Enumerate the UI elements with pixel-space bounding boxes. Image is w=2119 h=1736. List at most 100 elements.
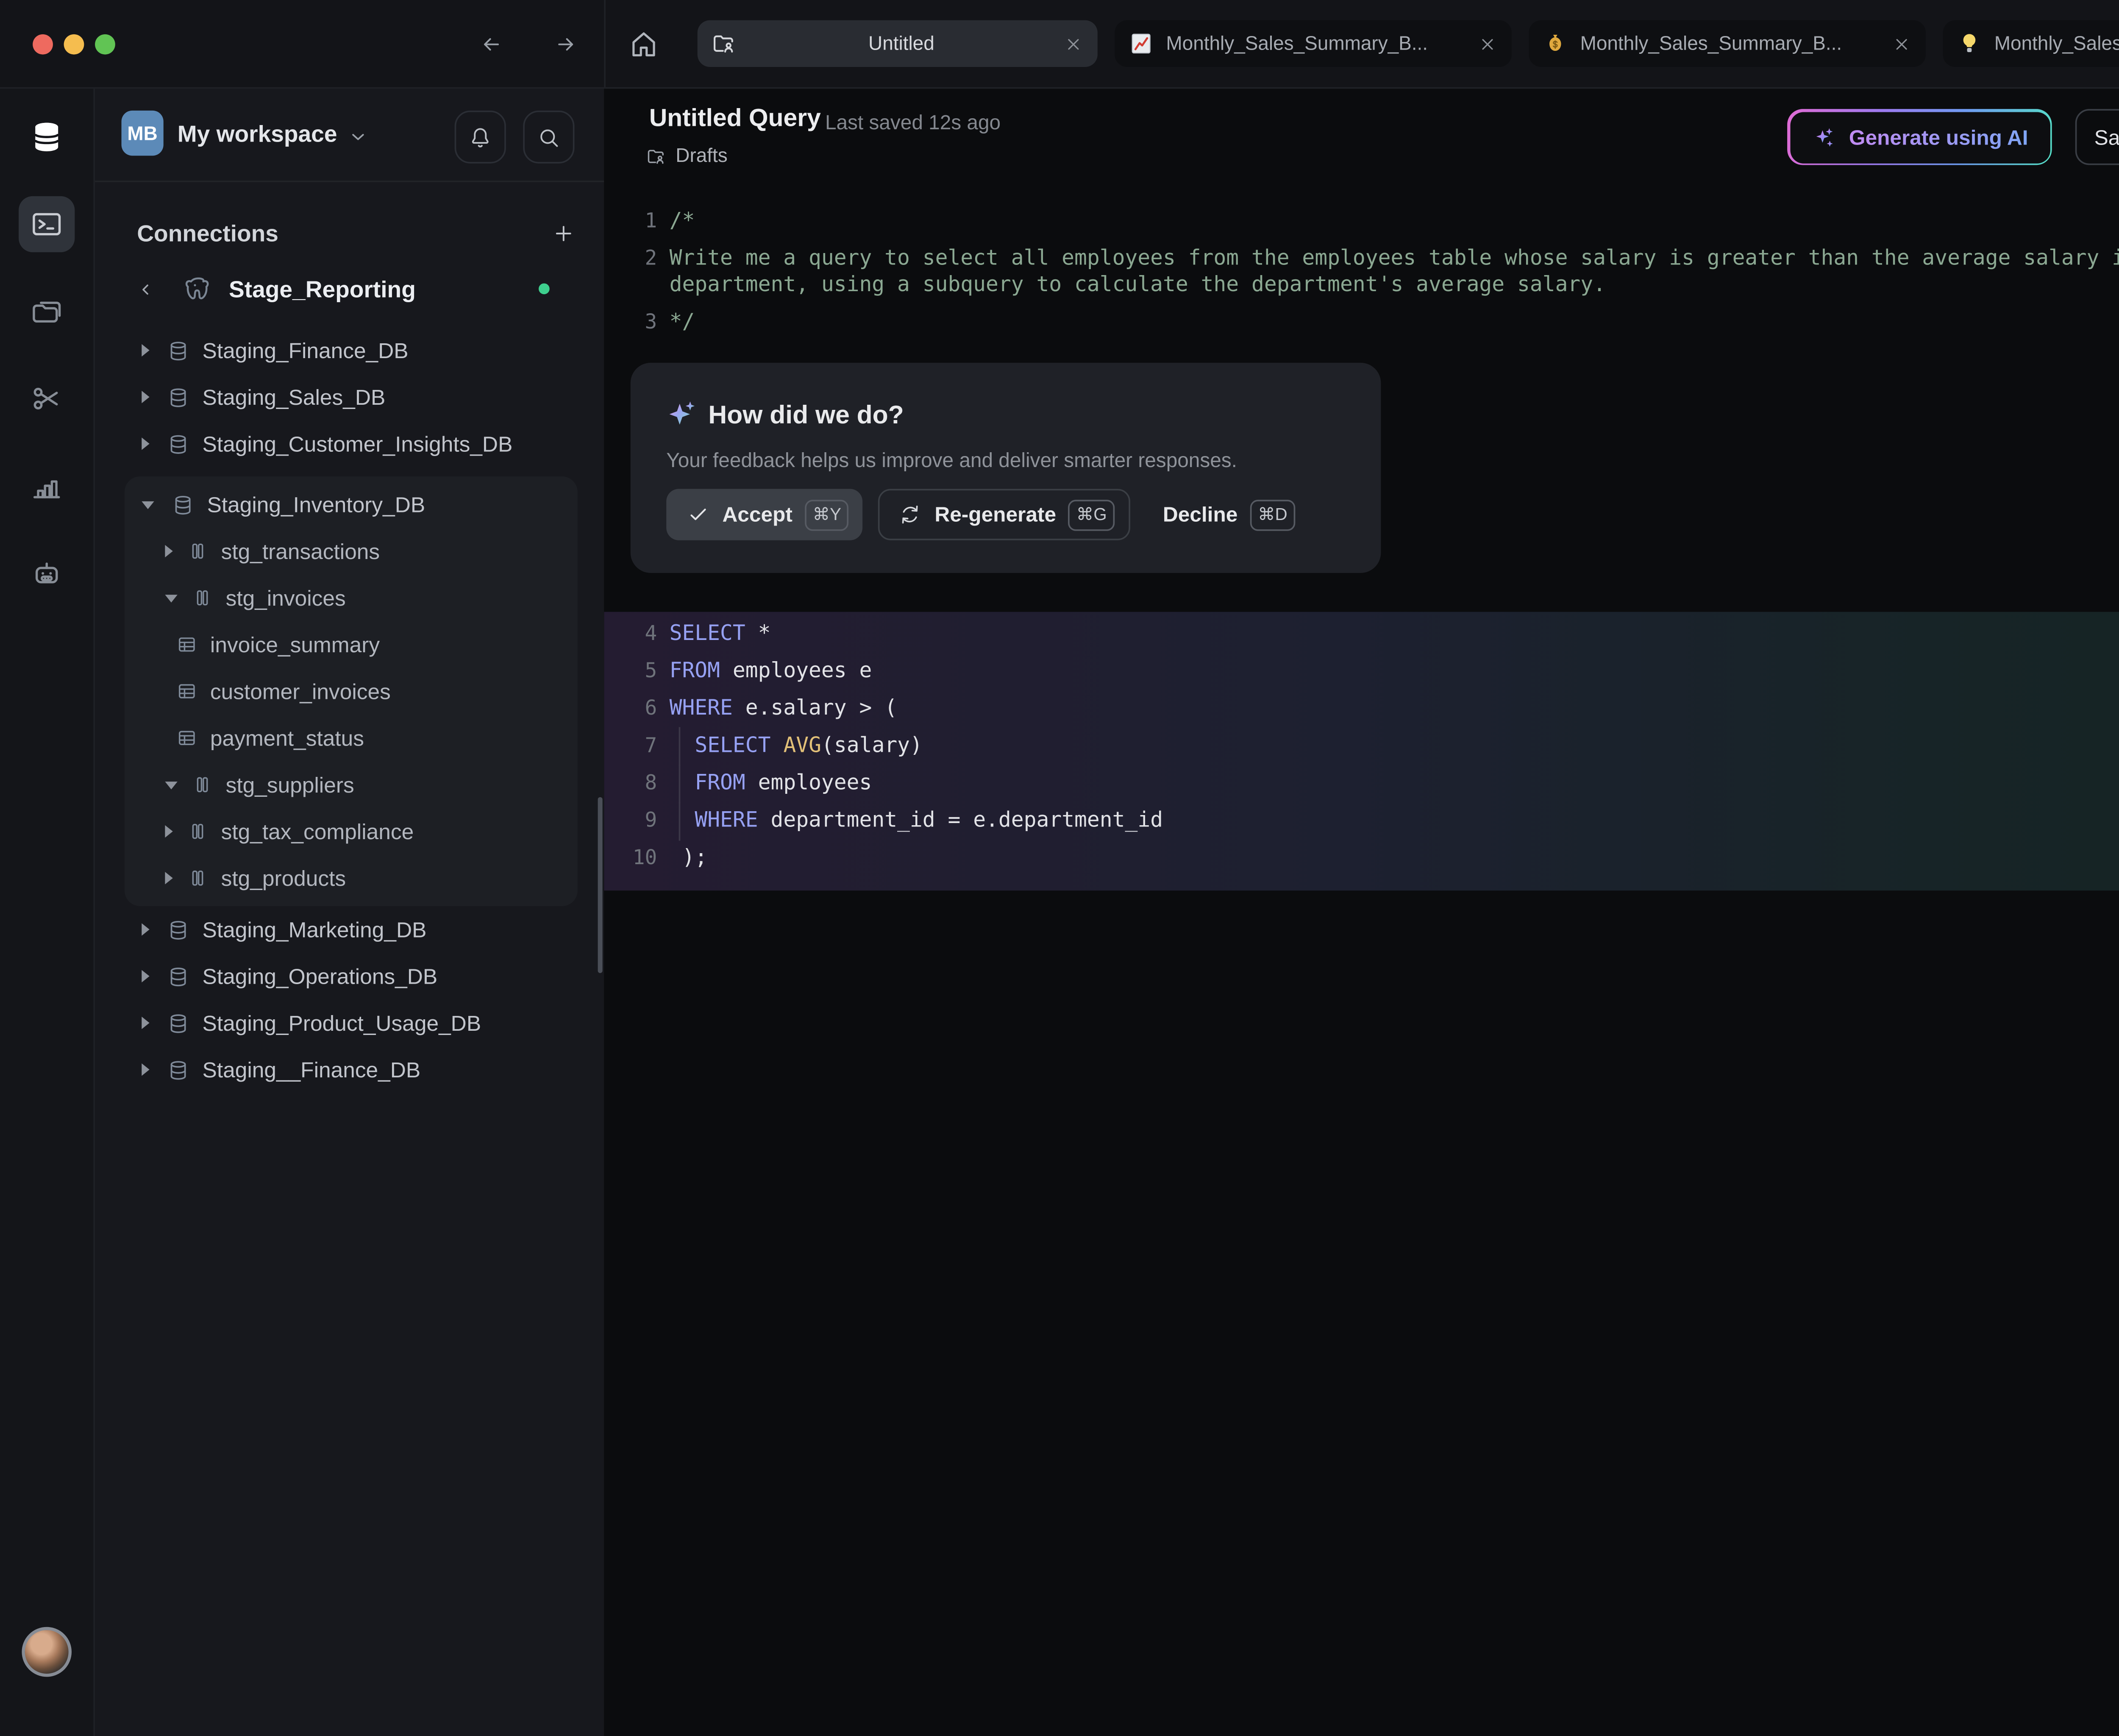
tree-item-stg_products[interactable]: stg_products	[125, 855, 578, 901]
forward-arrow-icon[interactable]	[554, 33, 578, 56]
decline-label: Decline	[1163, 503, 1237, 526]
tree-item-stg_tax_compliance[interactable]: stg_tax_compliance	[125, 808, 578, 855]
tree-item-Staging_Sales_DB[interactable]: Staging_Sales_DB	[95, 374, 604, 420]
user-avatar[interactable]	[22, 1627, 72, 1677]
regenerate-label: Re-generate	[934, 503, 1056, 526]
tree-item-label: Staging_Sales_DB	[203, 384, 386, 409]
database-logo-icon	[30, 120, 64, 154]
tree-item-Staging_Finance_DB[interactable]: Staging_Finance_DB	[95, 327, 604, 373]
workspace-name[interactable]: My workspace	[178, 122, 337, 148]
connection-stage-reporting[interactable]: Stage_Reporting	[95, 266, 604, 313]
query-title[interactable]: Untitled Query	[649, 106, 821, 134]
tree-item-Staging_Customer_Insights_DB[interactable]: Staging_Customer_Insights_DB	[95, 420, 604, 467]
connections-label: Connections	[137, 220, 278, 247]
minimize-window-button[interactable]	[64, 34, 84, 55]
rail-item-query-console[interactable]	[19, 196, 75, 252]
line-number: 6	[604, 696, 657, 722]
caret-right-icon[interactable]	[142, 1063, 149, 1076]
tree-item-stg_suppliers[interactable]: stg_suppliers	[125, 761, 578, 808]
drafts-folder-icon	[646, 145, 666, 166]
tree-item-label: stg_suppliers	[226, 772, 354, 797]
tree-item-Staging__Finance_DB[interactable]: Staging__Finance_DB	[95, 1046, 604, 1093]
caret-right-icon[interactable]	[142, 391, 149, 403]
tab[interactable]: Untitled	[698, 20, 1098, 67]
folders-icon	[30, 294, 64, 328]
tab[interactable]: Monthly_Sales_Summary_B...	[1529, 20, 1926, 67]
refresh-icon	[899, 503, 922, 526]
comment-block: 1/*2Write me a query to select all emplo…	[604, 209, 2119, 336]
tree-item-stg_transactions[interactable]: stg_transactions	[125, 528, 578, 574]
chevron-left-icon[interactable]	[137, 280, 156, 299]
tab-label: Untitled	[749, 33, 1054, 54]
close-icon[interactable]	[1477, 33, 1498, 54]
decline-button[interactable]: Decline ⌘D	[1163, 499, 1295, 530]
tab-label: Monthly_Sales_Summary_B...	[1166, 33, 1468, 54]
save-button[interactable]: Save	[2077, 111, 2119, 164]
generate-ai-label: Generate using AI	[1849, 125, 2028, 149]
caret-right-icon[interactable]	[142, 923, 149, 935]
database-icon	[167, 1058, 190, 1081]
caret-right-icon[interactable]	[165, 825, 172, 837]
add-connection-button[interactable]	[551, 221, 576, 246]
tree-item-label: payment_status	[210, 726, 364, 751]
regenerate-button[interactable]: Re-generate ⌘G	[879, 489, 1130, 540]
tree-item-invoice_summary[interactable]: invoice_summary	[125, 621, 578, 668]
chevron-down-icon[interactable]	[347, 126, 369, 148]
editor-pane: Untitled Query Last saved 12s ago Drafts…	[604, 89, 2119, 1736]
caret-down-icon[interactable]	[142, 501, 154, 508]
connections-header: Connections	[95, 210, 604, 257]
schema-icon	[187, 821, 209, 842]
generate-ai-button[interactable]: Generate using AI	[1788, 109, 2052, 165]
sidebar-scrollbar[interactable]	[598, 797, 603, 973]
code-line-7: 7 SELECT AVG(salary)	[604, 733, 2119, 760]
rail-item-snippets[interactable]	[19, 370, 75, 426]
caret-right-icon[interactable]	[165, 872, 172, 884]
caret-down-icon[interactable]	[165, 594, 177, 601]
robot-icon	[30, 556, 64, 590]
tree-item-Staging_Operations_DB[interactable]: Staging_Operations_DB	[95, 953, 604, 999]
line-number: 10	[604, 846, 657, 872]
caret-right-icon[interactable]	[142, 344, 149, 356]
code-editor[interactable]: 1/*2Write me a query to select all emplo…	[604, 178, 2119, 1736]
search-button[interactable]	[523, 111, 574, 164]
rail-item-charts[interactable]	[19, 458, 75, 514]
home-icon[interactable]	[627, 28, 660, 61]
code-line-10: 10 );	[604, 846, 2119, 872]
tree-item-payment_status[interactable]: payment_status	[125, 715, 578, 761]
close-icon[interactable]	[1063, 33, 1084, 54]
caret-right-icon[interactable]	[142, 1017, 149, 1029]
caret-right-icon[interactable]	[142, 970, 149, 982]
tree-item-label: Staging_Marketing_DB	[203, 917, 427, 942]
caret-right-icon[interactable]	[165, 545, 172, 557]
tab[interactable]: Monthly_Sales_Summary_B...	[1943, 20, 2119, 67]
database-icon	[167, 918, 190, 941]
rail-item-app-logo[interactable]	[19, 109, 75, 165]
notifications-button[interactable]	[455, 111, 506, 164]
tree-item-Staging_Marketing_DB[interactable]: Staging_Marketing_DB	[95, 906, 604, 953]
line-number: 9	[604, 808, 657, 835]
tab[interactable]: Monthly_Sales_Summary_B...	[1115, 20, 1512, 67]
tree-item-customer_invoices[interactable]: customer_invoices	[125, 668, 578, 715]
close-window-button[interactable]	[33, 34, 53, 55]
close-icon[interactable]	[1891, 33, 1912, 54]
tree-item-stg_invoices[interactable]: stg_invoices	[125, 575, 578, 621]
database-icon	[167, 339, 190, 362]
line-number: 4	[604, 621, 657, 648]
caret-right-icon[interactable]	[142, 437, 149, 450]
rail-item-ai-assistant[interactable]	[19, 545, 75, 601]
rail-item-projects[interactable]	[19, 284, 75, 339]
back-arrow-icon[interactable]	[479, 33, 503, 56]
zoom-window-button[interactable]	[95, 34, 115, 55]
scissors-icon	[30, 381, 64, 416]
accept-button[interactable]: Accept ⌘Y	[666, 489, 863, 540]
tree-item-label: Staging_Product_Usage_DB	[203, 1010, 481, 1035]
workspace-badge[interactable]: MB	[122, 111, 164, 156]
ai-feedback-card: How did we do? Your feedback helps us im…	[631, 363, 1381, 573]
expanded-tree-group: Staging_Inventory_DBstg_transactionsstg_…	[125, 476, 578, 906]
tree-item-Staging_Product_Usage_DB[interactable]: Staging_Product_Usage_DB	[95, 999, 604, 1046]
breadcrumb[interactable]: Drafts	[646, 145, 727, 167]
caret-down-icon[interactable]	[165, 781, 177, 788]
tree-item-Staging_Inventory_DB[interactable]: Staging_Inventory_DB	[125, 481, 578, 528]
schema-icon	[187, 867, 209, 889]
code-line-4: 4SELECT *	[604, 621, 2119, 648]
